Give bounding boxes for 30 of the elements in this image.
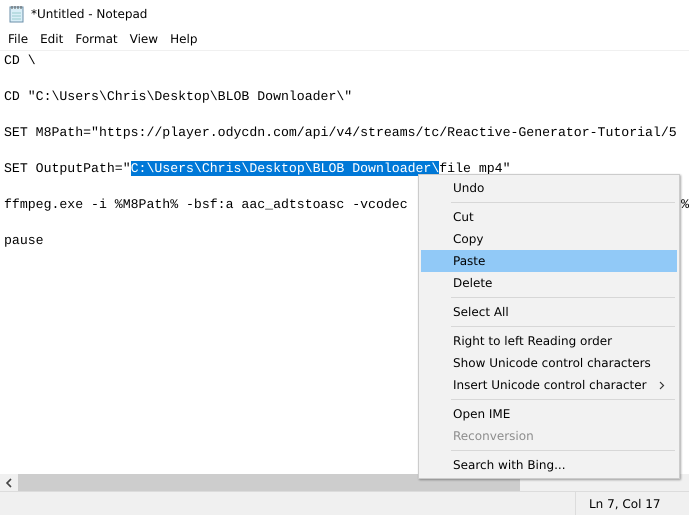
cursor-position: Ln 7, Col 17	[588, 496, 661, 510]
context-menu-item[interactable]: Open IME	[421, 403, 677, 425]
context-menu-item[interactable]: Copy	[421, 228, 677, 250]
context-menu-item[interactable]: Delete	[421, 272, 677, 294]
context-menu-item[interactable]: Search with Bing...	[421, 454, 677, 476]
context-menu-item[interactable]: Paste	[421, 250, 677, 272]
code-text: CD \	[4, 52, 36, 68]
menu-item[interactable]: Help	[164, 32, 204, 46]
window-title: *Untitled - Notepad	[31, 7, 148, 21]
context-menu-item[interactable]: Show Unicode control characters	[421, 352, 677, 374]
code-text: pause	[4, 232, 44, 248]
code-text: %	[681, 196, 689, 212]
context-menu-item[interactable]: Right to left Reading order	[421, 330, 677, 352]
scroll-left-icon[interactable]	[5, 478, 13, 488]
context-menu-item[interactable]: Select All	[421, 301, 677, 323]
scrollbar-thumb[interactable]	[18, 474, 520, 491]
code-text: ffmpeg.exe -i %M8Path% -bsf:a aac_adtstoasc -vcodec	[4, 196, 408, 212]
code-text: file mp4"	[439, 160, 510, 176]
menu-item[interactable]: View	[124, 32, 164, 46]
menu-item[interactable]: Edit	[34, 32, 70, 46]
code-text: CD "C:\Users\Chris\Desktop\BLOB Downloader\"	[4, 88, 352, 104]
selected-text: C:\Users\Chris\Desktop\BLOB Downloader\	[130, 160, 440, 176]
context-menu-item[interactable]: Insert Unicode control character	[421, 374, 677, 396]
code-text: SET OutputPath="	[4, 160, 131, 176]
notepad-icon	[9, 5, 25, 23]
context-menu-item[interactable]: Undo	[421, 177, 677, 199]
menu-item[interactable]: Format	[69, 32, 124, 46]
code-text: SET M8Path="https://player.odycdn.com/api/v4/streams/tc/Reactive-Generator-Tutorial/5	[4, 124, 677, 140]
menu-item[interactable]: File	[2, 32, 34, 46]
context-menu-item[interactable]: Cut	[421, 206, 677, 228]
